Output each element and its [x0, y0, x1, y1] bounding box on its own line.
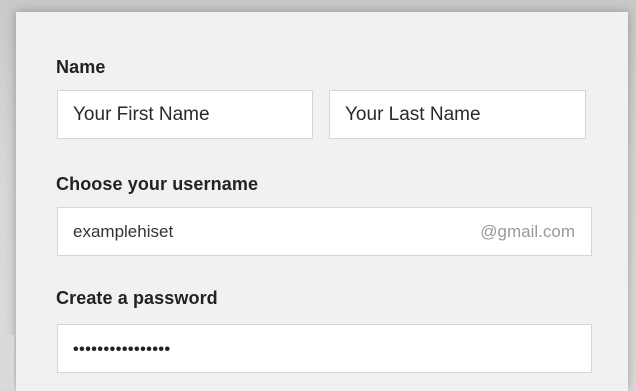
last-name-input[interactable]: Your Last Name	[329, 90, 586, 139]
first-name-value: Your First Name	[73, 103, 210, 125]
last-name-value: Your Last Name	[345, 103, 481, 125]
username-input[interactable]: examplehiset @gmail.com	[57, 207, 592, 256]
first-name-input[interactable]: Your First Name	[57, 90, 313, 139]
password-input[interactable]: ••••••••••••••••	[57, 324, 592, 373]
username-label: Choose your username	[56, 174, 259, 194]
signup-form-card: Name Your First Name Your Last Name Choo…	[16, 12, 628, 391]
username-value: examplehiset	[73, 221, 174, 241]
name-label: Name	[56, 57, 106, 77]
password-masked-value: ••••••••••••••••	[73, 340, 171, 358]
background-edge	[0, 335, 14, 391]
username-domain-suffix: @gmail.com	[480, 221, 575, 241]
password-label: Create a password	[56, 288, 218, 308]
